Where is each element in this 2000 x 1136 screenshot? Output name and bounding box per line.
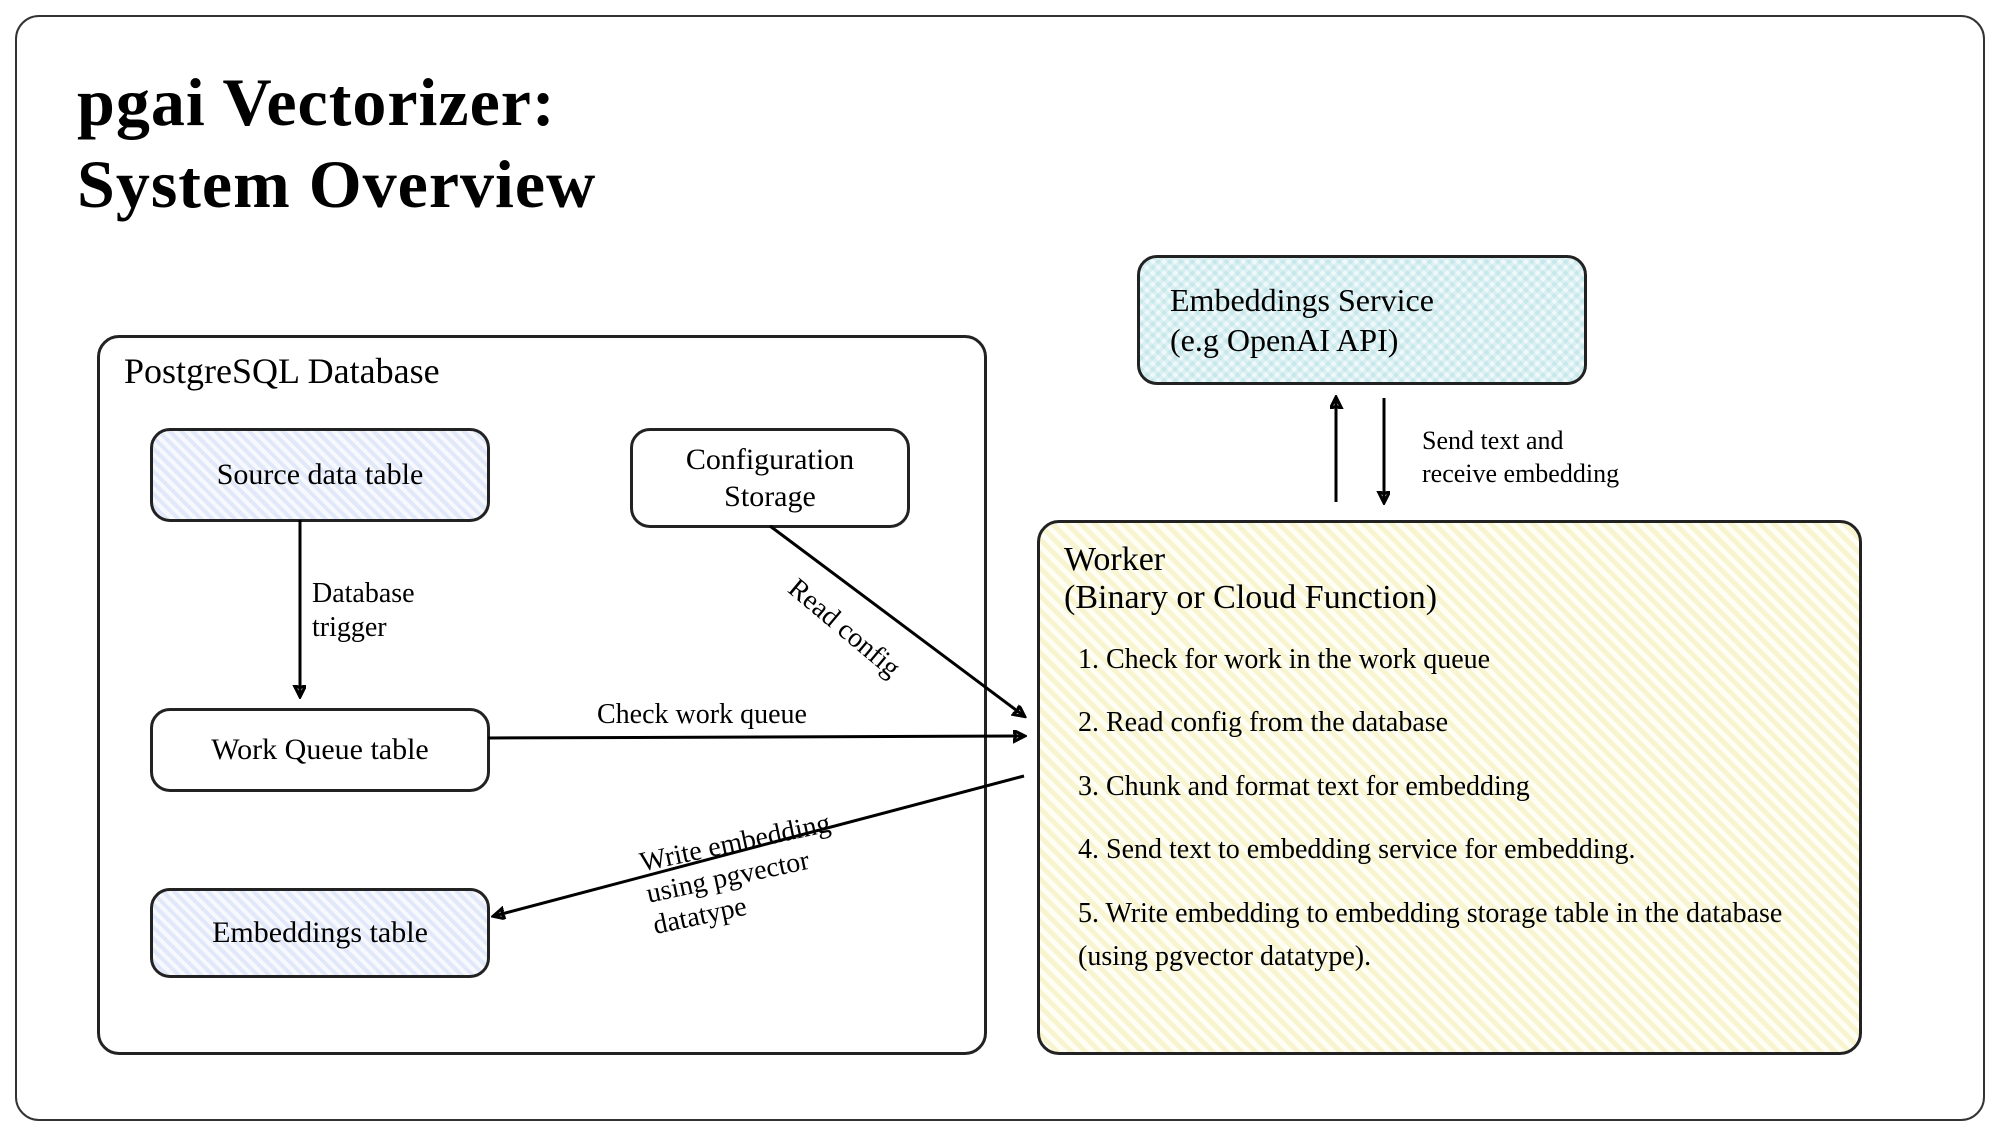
worker-steps-list: 1. Check for work in the work queue 2. R… [1078, 638, 1821, 998]
source-data-table-box: Source data table [150, 428, 490, 522]
send-recv-l2: receive embedding [1422, 458, 1619, 491]
arrow-label-check-queue: Check work queue [597, 697, 807, 732]
work-queue-box: Work Queue table [150, 708, 490, 792]
worker-step-5: 5. Write embedding to embedding storage … [1078, 892, 1821, 979]
embeddings-service-line2: (e.g OpenAI API) [1170, 320, 1434, 360]
postgres-title: PostgreSQL Database [100, 338, 984, 392]
embeddings-table-box: Embeddings table [150, 888, 490, 978]
diagram-canvas: pgai Vectorizer: System Overview Postgre… [15, 15, 1985, 1121]
worker-title-line2: (Binary or Cloud Function) [1064, 579, 1835, 617]
worker-step-3: 3. Chunk and format text for embedding [1078, 765, 1821, 808]
embeddings-service-line1: Embeddings Service [1170, 280, 1434, 320]
title-line-1: pgai Vectorizer: [77, 62, 596, 144]
page-title: pgai Vectorizer: System Overview [77, 62, 596, 225]
config-storage-label: Configuration Storage [651, 441, 889, 516]
source-data-table-label: Source data table [217, 456, 424, 494]
work-queue-label: Work Queue table [211, 731, 429, 769]
worker-step-2: 2. Read config from the database [1078, 701, 1821, 744]
worker-title-line1: Worker [1064, 541, 1835, 579]
arrow-label-send-receive: Send text and receive embedding [1422, 425, 1619, 490]
title-line-2: System Overview [77, 144, 596, 226]
worker-title: Worker (Binary or Cloud Function) [1040, 523, 1859, 617]
worker-step-4: 4. Send text to embedding service for em… [1078, 828, 1821, 871]
arrow-label-db-trigger: Databasetrigger [312, 577, 415, 644]
postgres-container: PostgreSQL Database Source data table Co… [97, 335, 987, 1055]
send-recv-l1: Send text and [1422, 425, 1619, 458]
worker-box: Worker (Binary or Cloud Function) 1. Che… [1037, 520, 1862, 1055]
embeddings-table-label: Embeddings table [212, 914, 428, 952]
db-trigger-l2: trigger [312, 611, 415, 645]
embeddings-service-box: Embeddings Service (e.g OpenAI API) [1137, 255, 1587, 385]
config-storage-box: Configuration Storage [630, 428, 910, 528]
db-trigger-l1: Database [312, 577, 415, 611]
worker-step-1: 1. Check for work in the work queue [1078, 638, 1821, 681]
arrow-label-check-queue-text: Check work queue [597, 699, 807, 730]
